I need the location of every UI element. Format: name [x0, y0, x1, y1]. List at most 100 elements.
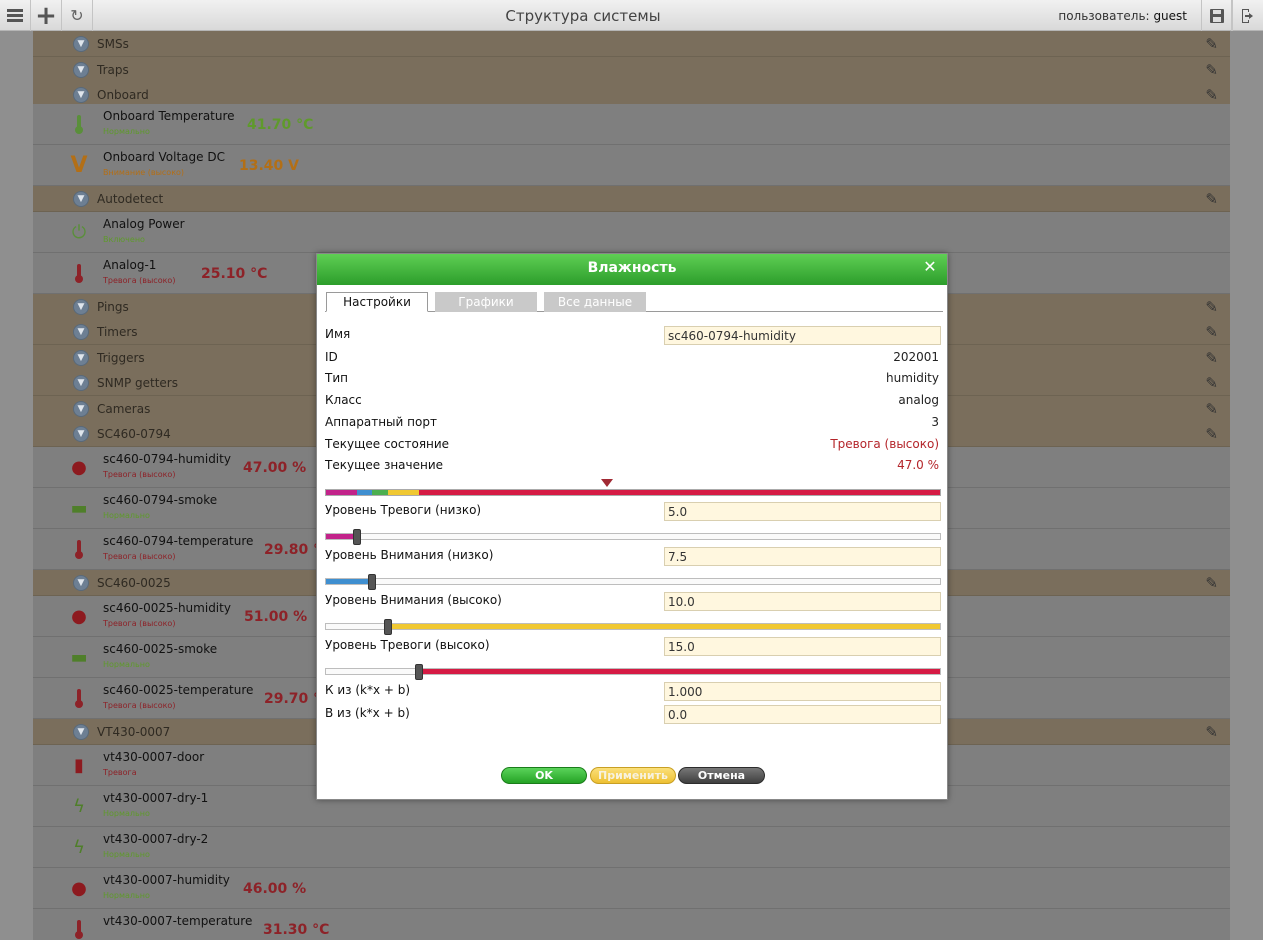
k-field[interactable]: [664, 682, 941, 701]
group-header[interactable]: ▼ Traps ✎: [33, 57, 1230, 83]
warn-low-label: Уровень Внимания (низко): [325, 548, 494, 562]
alarm-low-slider[interactable]: [325, 529, 941, 545]
menu-button[interactable]: [0, 0, 31, 31]
chevron-down-icon[interactable]: ▼: [73, 375, 89, 391]
cancel-button[interactable]: Отмена: [678, 767, 765, 784]
warn-low-field[interactable]: [664, 547, 941, 566]
add-button[interactable]: +: [31, 0, 62, 31]
list-item[interactable]: vt430-0007-temperature 31.30 °C: [33, 909, 1230, 940]
humidity-drop-icon: ●: [71, 606, 87, 627]
chevron-down-icon[interactable]: ▼: [73, 299, 89, 315]
group-header[interactable]: ▼ Autodetect ✎: [33, 186, 1230, 212]
device-status: Тревога (высоко): [103, 619, 176, 628]
device-name: Analog-1: [103, 258, 157, 272]
tab-settings[interactable]: Настройки: [326, 292, 428, 312]
current-value: 47.0 %: [897, 458, 939, 472]
pencil-icon[interactable]: ✎: [1205, 574, 1218, 592]
thermometer-icon: [67, 113, 91, 137]
group-label: SNMP getters: [97, 376, 178, 390]
pencil-icon[interactable]: ✎: [1205, 425, 1218, 443]
humidity-drop-icon: ●: [71, 878, 87, 899]
group-label: Timers: [97, 325, 138, 339]
threshold-scale: [325, 489, 941, 496]
chevron-down-icon[interactable]: ▼: [73, 62, 89, 78]
chevron-down-icon[interactable]: ▼: [73, 426, 89, 442]
group-label: Pings: [97, 300, 129, 314]
close-icon[interactable]: ✕: [923, 259, 937, 275]
pencil-icon[interactable]: ✎: [1205, 61, 1218, 79]
door-icon: ▮: [74, 755, 84, 776]
logout-button[interactable]: [1232, 0, 1263, 31]
device-name: vt430-0007-dry-2: [103, 832, 209, 846]
refresh-button[interactable]: ↻: [62, 0, 93, 31]
thermometer-icon: [67, 687, 91, 711]
pencil-icon[interactable]: ✎: [1205, 349, 1218, 367]
device-status: Тревога (высоко): [103, 276, 176, 285]
pencil-icon[interactable]: ✎: [1205, 298, 1218, 316]
humidity-drop-icon: ●: [71, 457, 87, 478]
apply-button[interactable]: Применить: [590, 767, 676, 784]
ok-button[interactable]: OK: [501, 767, 587, 784]
warn-high-field[interactable]: [664, 592, 941, 611]
alarm-low-field[interactable]: [664, 502, 941, 521]
device-value: 47.00 %: [243, 460, 307, 476]
list-item[interactable]: ϟ vt430-0007-dry-2 Нормально: [33, 827, 1230, 868]
slider-fill: [388, 624, 940, 629]
list-item[interactable]: ● vt430-0007-humidity Нормально 46.00 %: [33, 868, 1230, 909]
tab-all-data[interactable]: Все данные: [544, 292, 646, 312]
pencil-icon[interactable]: ✎: [1205, 86, 1218, 104]
normal-zone: [372, 490, 388, 495]
slider-handle[interactable]: [384, 619, 392, 635]
pencil-icon[interactable]: ✎: [1205, 190, 1218, 208]
thermometer-icon: [67, 918, 91, 940]
chevron-down-icon[interactable]: ▼: [73, 191, 89, 207]
pencil-icon[interactable]: ✎: [1205, 323, 1218, 341]
warn-low-slider[interactable]: [325, 574, 941, 590]
save-button[interactable]: [1201, 0, 1232, 31]
pencil-icon[interactable]: ✎: [1205, 374, 1218, 392]
warn-high-slider[interactable]: [325, 619, 941, 635]
pencil-icon[interactable]: ✎: [1205, 35, 1218, 53]
voltage-icon: V: [70, 153, 88, 178]
dry-contact-icon: ϟ: [73, 796, 85, 817]
alarm-high-field[interactable]: [664, 637, 941, 656]
chevron-down-icon[interactable]: ▼: [73, 401, 89, 417]
device-value: 51.00 %: [244, 609, 308, 625]
save-icon: [1209, 8, 1224, 23]
device-status: Тревога: [103, 768, 137, 777]
slider-handle[interactable]: [415, 664, 423, 680]
group-header[interactable]: ▼ SMSs ✎: [33, 31, 1230, 57]
chevron-down-icon[interactable]: ▼: [73, 724, 89, 740]
list-item[interactable]: V Onboard Voltage DC Внимание (высоко) 1…: [33, 145, 1230, 186]
slider-handle[interactable]: [353, 529, 361, 545]
chevron-down-icon[interactable]: ▼: [73, 324, 89, 340]
pencil-icon[interactable]: ✎: [1205, 723, 1218, 741]
b-label: В из (k*x + b): [325, 706, 410, 720]
device-name: sc460-0025-humidity: [103, 601, 231, 615]
alarm-high-slider[interactable]: [325, 664, 941, 680]
dry-contact-icon: ϟ: [73, 837, 85, 858]
chevron-down-icon[interactable]: ▼: [73, 87, 89, 103]
list-item[interactable]: Onboard Temperature Нормально 41.70 °C: [33, 104, 1230, 145]
chevron-down-icon[interactable]: ▼: [73, 575, 89, 591]
sensor-settings-dialog: Влажность ✕ Настройки Графики Все данные…: [316, 253, 948, 800]
group-label: Autodetect: [97, 192, 164, 206]
chevron-down-icon[interactable]: ▼: [73, 36, 89, 52]
device-value: 41.70 °C: [247, 117, 314, 133]
port-label: Аппаратный порт: [325, 415, 437, 429]
b-field[interactable]: [664, 705, 941, 724]
top-bar: + ↻ Структура системы пользователь: gues…: [0, 0, 1263, 31]
device-status: Внимание (высоко): [103, 168, 185, 177]
name-field[interactable]: [664, 326, 941, 345]
slider-fill: [419, 669, 940, 674]
slider-handle[interactable]: [368, 574, 376, 590]
chevron-down-icon[interactable]: ▼: [73, 350, 89, 366]
pencil-icon[interactable]: ✎: [1205, 400, 1218, 418]
device-status: Нормально: [103, 850, 150, 859]
device-status: Тревога (высоко): [103, 552, 176, 561]
list-item[interactable]: ⏻ Analog Power Включено: [33, 212, 1230, 253]
type-label: Тип: [325, 371, 348, 385]
device-name: sc460-0794-humidity: [103, 452, 231, 466]
smoke-detector-icon: ▬: [70, 647, 88, 668]
tab-charts[interactable]: Графики: [435, 292, 537, 312]
